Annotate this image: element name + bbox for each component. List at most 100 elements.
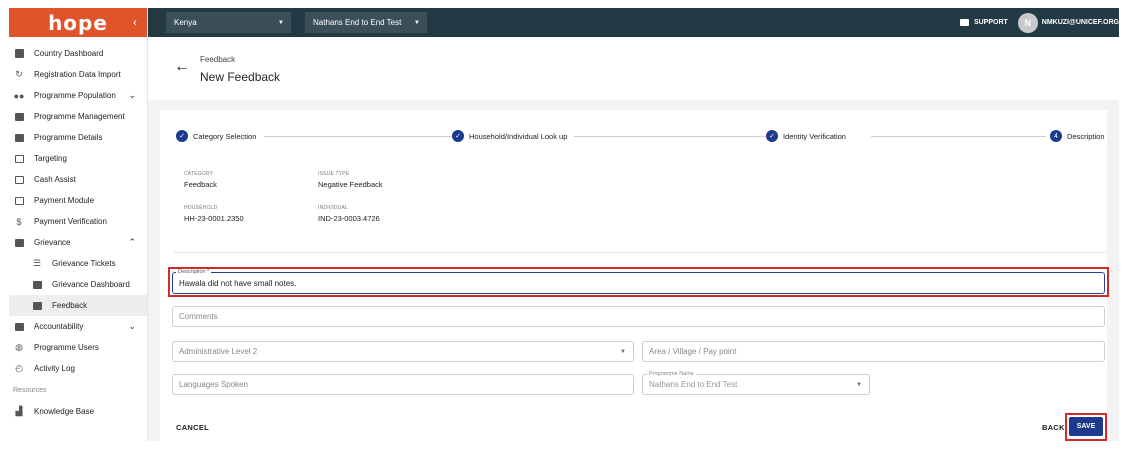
step-category-selection: ✓ Category Selection xyxy=(176,130,263,142)
sidebar-item-feedback[interactable]: Feedback xyxy=(9,295,147,316)
comments-field[interactable]: Comments xyxy=(172,306,1105,327)
list-icon: ☰ xyxy=(32,258,42,268)
resources-section-label: Resources xyxy=(13,386,47,394)
chat-icon xyxy=(13,322,25,332)
dollar-icon: $ xyxy=(16,216,22,227)
sidebar-item-label: Accountability xyxy=(34,322,84,331)
avatar[interactable]: N xyxy=(1017,12,1038,33)
step-label: Description xyxy=(1067,131,1105,141)
collapse-sidebar-icon[interactable]: ‹ xyxy=(133,15,137,29)
programme-name-select: Nathans End to End Test ▼ xyxy=(642,374,870,395)
book-icon: ▟ xyxy=(15,406,23,416)
description-label: Description * xyxy=(176,269,212,275)
description-field[interactable]: Hawala did not have small notes. xyxy=(172,272,1105,294)
issue-type-label: ISSUE TYPE xyxy=(318,171,350,177)
refresh-icon: ↻ xyxy=(15,69,23,79)
page-title: New Feedback xyxy=(200,70,281,84)
sidebar-item-label: Programme Population xyxy=(34,91,116,100)
back-button[interactable]: BACK xyxy=(1042,423,1065,432)
sidebar-item-label: Grievance Dashboard xyxy=(52,280,130,289)
sidebar-item-activity-log[interactable]: ◴ Activity Log xyxy=(9,358,147,379)
sidebar-item-cash-assist[interactable]: Cash Assist xyxy=(9,169,147,190)
chart-icon xyxy=(31,280,43,290)
sidebar-item-label: Programme Management xyxy=(34,112,125,121)
sidebar-item-label: Feedback xyxy=(52,301,88,310)
feedback-icon xyxy=(31,301,43,311)
report-icon xyxy=(13,238,25,248)
page-header: ← Feedback New Feedback xyxy=(148,37,1119,100)
sidebar-item-payment-verification[interactable]: $ Payment Verification xyxy=(9,211,147,232)
sidebar-item-programme-management[interactable]: Programme Management xyxy=(9,106,147,127)
dashboard-icon xyxy=(13,49,25,59)
individual-label: INDIVIDUAL xyxy=(318,205,349,211)
admin-level-select[interactable]: Administrative Level 2 ▼ xyxy=(172,341,634,362)
caret-down-icon: ▼ xyxy=(620,348,626,355)
sidebar-item-registration-data-import[interactable]: ↻ Registration Data Import xyxy=(9,64,147,85)
check-icon: ✓ xyxy=(452,130,464,142)
sidebar-item-grievance-dashboard[interactable]: Grievance Dashboard xyxy=(9,274,147,295)
sidebar-item-label: Payment Verification xyxy=(34,217,107,226)
household-label: HOUSEHOLD xyxy=(184,205,218,211)
sidebar-item-programme-details[interactable]: Programme Details xyxy=(9,127,147,148)
area-field[interactable]: Area / Village / Pay point xyxy=(642,341,1105,362)
sidebar-item-programme-population[interactable]: ●● Programme Population ⌄ xyxy=(9,85,147,106)
sidebar-item-country-dashboard[interactable]: Country Dashboard xyxy=(9,43,147,64)
comments-placeholder: Comments xyxy=(179,312,218,321)
back-arrow-icon[interactable]: ← xyxy=(174,58,190,76)
issue-type-value: Negative Feedback xyxy=(318,180,383,189)
sidebar-item-label: Activity Log xyxy=(34,364,75,373)
card-icon xyxy=(13,196,25,206)
divider xyxy=(174,252,1106,253)
sidebar-item-label: Payment Module xyxy=(34,196,95,205)
step-identity-verification: ✓ Identity Verification xyxy=(766,130,852,142)
sidebar-item-label: Grievance Tickets xyxy=(52,259,116,268)
sidebar-item-targeting[interactable]: Targeting xyxy=(9,148,147,169)
category-label: CATEGORY xyxy=(184,171,214,177)
people-icon: ●● xyxy=(13,90,25,101)
sidebar-item-payment-module[interactable]: Payment Module xyxy=(9,190,147,211)
list-icon xyxy=(13,154,25,164)
sidebar-item-grievance-tickets[interactable]: ☰ Grievance Tickets xyxy=(9,253,147,274)
history-icon: ◴ xyxy=(15,363,23,373)
languages-field[interactable]: Languages Spoken xyxy=(172,374,634,395)
step-connector xyxy=(871,136,1047,137)
document-icon xyxy=(13,133,25,143)
programme-name-label: Programme Name xyxy=(647,371,696,377)
globe-icon: ◍ xyxy=(15,342,23,352)
admin-level-placeholder: Administrative Level 2 xyxy=(179,347,258,356)
cancel-button[interactable]: CANCEL xyxy=(176,423,209,432)
sidebar-item-label: Targeting xyxy=(34,154,67,163)
stepper: ✓ Category Selection ✓ Household/Individ… xyxy=(176,130,1106,144)
programme-select[interactable]: Nathans End to End Test ▼ xyxy=(305,12,427,33)
step-label: Identity Verification xyxy=(783,131,846,141)
sidebar-item-grievance[interactable]: Grievance ⌃ xyxy=(9,232,147,253)
check-icon: ✓ xyxy=(176,130,188,142)
sidebar-item-programme-users[interactable]: ◍ Programme Users xyxy=(9,337,147,358)
chevron-down-icon[interactable]: ⌄ xyxy=(128,321,136,332)
caret-down-icon: ▼ xyxy=(278,19,284,26)
document-icon xyxy=(13,112,25,122)
programme-name-value: Nathans End to End Test xyxy=(649,380,738,389)
sidebar-item-knowledge-base[interactable]: ▟ Knowledge Base xyxy=(9,401,147,422)
sidebar-item-label: Programme Details xyxy=(34,133,103,142)
hope-logo[interactable]: hope xyxy=(48,11,108,35)
sidebar-item-accountability[interactable]: Accountability ⌄ xyxy=(9,316,147,337)
support-chat-icon xyxy=(959,19,969,26)
sidebar-item-label: Cash Assist xyxy=(34,175,76,184)
individual-value: IND-23-0003.4726 xyxy=(318,214,380,223)
chevron-down-icon[interactable]: ⌄ xyxy=(128,90,136,101)
feedback-form-card: ✓ Category Selection ✓ Household/Individ… xyxy=(160,110,1109,441)
breadcrumb[interactable]: Feedback xyxy=(200,55,235,64)
support-link[interactable]: SUPPORT xyxy=(974,19,1008,26)
step-label: Category Selection xyxy=(193,131,257,141)
sidebar-item-label: Registration Data Import xyxy=(34,70,121,79)
country-select[interactable]: Kenya ▼ xyxy=(166,12,291,33)
description-value: Hawala did not have small notes. xyxy=(179,278,297,288)
save-button[interactable]: SAVE xyxy=(1069,417,1103,436)
chevron-up-icon[interactable]: ⌃ xyxy=(128,237,136,248)
step-connector xyxy=(264,136,454,137)
user-email[interactable]: NMKUZI@UNICEF.ORG xyxy=(1042,19,1119,26)
step-description: 4 Description xyxy=(1046,130,1105,142)
sidebar: hope ‹ Country Dashboard ↻ Registration D… xyxy=(9,8,148,441)
caret-down-icon: ▼ xyxy=(856,381,862,388)
